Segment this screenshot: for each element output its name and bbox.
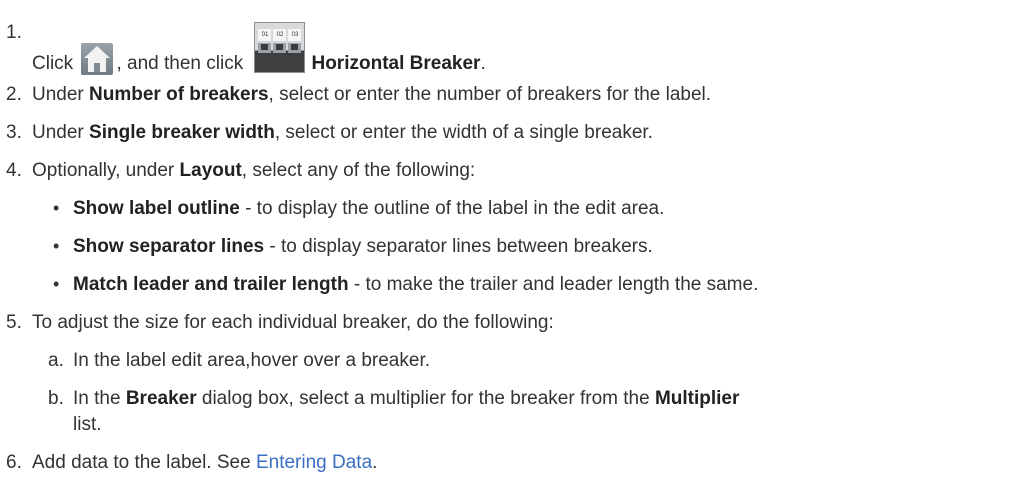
step-number: 5.	[6, 312, 22, 333]
step-number: 4.	[6, 160, 22, 181]
field-name: Single breaker width	[89, 122, 275, 143]
option-name: Match leader and trailer length	[73, 274, 349, 295]
horizontal-breaker-label: Horizontal Breaker	[311, 53, 481, 74]
option-name: Show label outline	[73, 198, 240, 219]
icon-number: 01	[258, 29, 272, 41]
sub-step-letter: b.	[48, 388, 64, 409]
icon-number: 03	[288, 29, 302, 41]
option-name: Show separator lines	[73, 236, 265, 257]
bullet: •	[53, 236, 60, 256]
entering-data-link[interactable]: Entering Data	[256, 452, 372, 473]
step-text: In the label edit area,hover over a brea…	[73, 350, 431, 371]
home-icon	[81, 43, 114, 75]
step-number: 2.	[6, 84, 22, 105]
step-number: 6.	[6, 452, 22, 473]
step-number: 1.	[6, 22, 22, 43]
step-number: 3.	[6, 122, 22, 143]
icon-number: 02	[273, 29, 287, 41]
bullet: •	[53, 198, 60, 218]
field-name: Number of breakers	[89, 84, 269, 105]
bullet: •	[53, 274, 60, 294]
dialog-name: Breaker	[125, 388, 197, 409]
horizontal-breaker-icon: 01 02 03	[254, 22, 306, 73]
field-name: Layout	[179, 160, 242, 181]
step-text: To adjust the size for each individual b…	[32, 312, 554, 333]
step-text: Click	[32, 53, 74, 74]
list-name: Multiplier	[654, 388, 740, 409]
step-text: , and then click	[116, 53, 244, 74]
sub-step-letter: a.	[48, 350, 64, 371]
